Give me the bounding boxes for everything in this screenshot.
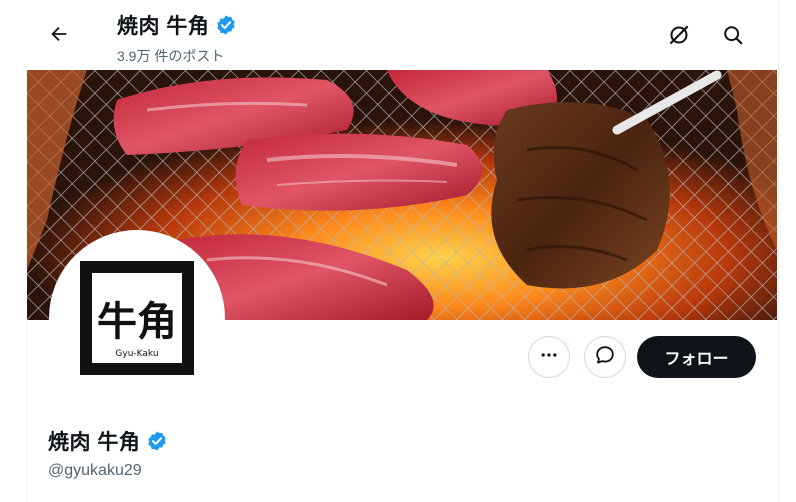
- grok-icon: [667, 23, 691, 52]
- search-button[interactable]: [716, 20, 750, 54]
- more-dots-icon: [539, 345, 559, 370]
- gyukaku-logo: 牛角 Gyu-Kaku: [80, 261, 194, 375]
- post-count: 3.9万 件のポスト: [117, 48, 225, 64]
- verified-badge-icon: [215, 14, 237, 36]
- profile-handle: @gyukaku29: [48, 462, 142, 479]
- logo-text: 牛角: [97, 299, 177, 345]
- search-icon: [722, 24, 744, 51]
- profile-name-row: 焼肉 牛角: [48, 426, 168, 456]
- header-title-block: 焼肉 牛角 3.9万 件のポスト: [117, 10, 237, 66]
- message-button[interactable]: [584, 336, 626, 378]
- header-title: 焼肉 牛角: [117, 15, 210, 38]
- back-button[interactable]: [41, 18, 77, 54]
- more-button[interactable]: [528, 336, 570, 378]
- follow-button[interactable]: フォロー: [637, 336, 756, 378]
- verified-badge-icon: [146, 430, 168, 452]
- grok-button[interactable]: [662, 20, 696, 54]
- profile-header: 焼肉 牛角 3.9万 件のポスト: [27, 0, 777, 70]
- logo-subtext: Gyu-Kaku: [115, 349, 158, 359]
- arrow-left-icon: [48, 23, 70, 50]
- message-icon: [594, 344, 616, 371]
- profile-name: 焼肉 牛角: [48, 431, 141, 454]
- avatar[interactable]: 牛角 Gyu-Kaku: [49, 230, 225, 406]
